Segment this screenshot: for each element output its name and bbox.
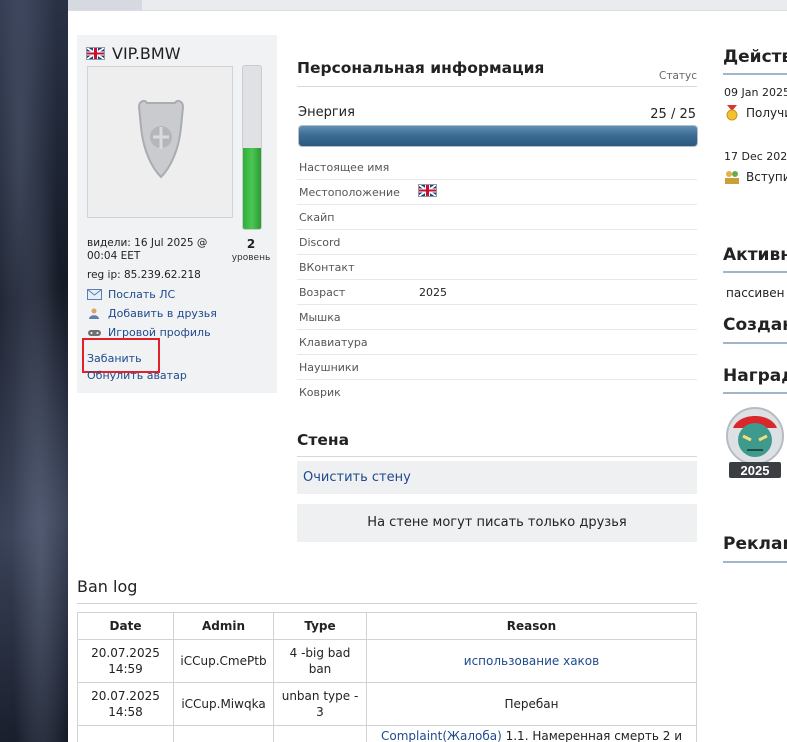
event-date: 17 Dec 2024 bbox=[724, 150, 787, 163]
add-friend-link[interactable]: Добавить в друзья bbox=[87, 307, 217, 320]
status-label: Статус bbox=[659, 70, 697, 82]
tab-active[interactable] bbox=[68, 0, 142, 10]
user-add-icon bbox=[89, 308, 99, 319]
award-2025-badge[interactable]: 2025 bbox=[725, 406, 785, 480]
info-row-mouse: Мышка bbox=[297, 304, 697, 330]
complaint-text: 1.1. Намеренная смерть 2 и более bbox=[505, 729, 682, 742]
awards-title: Наград bbox=[723, 366, 787, 386]
ban-date bbox=[77, 725, 174, 742]
ban-reason: Перебан bbox=[366, 682, 697, 726]
energy-label: Энергия bbox=[298, 105, 355, 120]
reg-ip: reg ip: 85.239.62.218 bbox=[87, 269, 201, 281]
ads-title: Реклам bbox=[723, 534, 787, 554]
info-row-skype: Скайп bbox=[297, 204, 697, 230]
send-pm-link[interactable]: Послать ЛС bbox=[87, 288, 175, 301]
gamepad-icon bbox=[88, 330, 101, 336]
profile-name: VIP.BMW bbox=[86, 44, 181, 63]
energy-bar bbox=[298, 125, 698, 147]
username: VIP.BMW bbox=[112, 44, 181, 63]
trophy-icon bbox=[137, 99, 185, 179]
table-header-row: Date Admin Type Reason bbox=[77, 612, 697, 640]
event-item: Получи bbox=[724, 105, 787, 121]
ban-admin: iCCup.Miwqka bbox=[173, 682, 274, 726]
background-art bbox=[0, 0, 68, 742]
table-row: 20.07.2025 14:59 iCCup.CmePtb 4 -big bad… bbox=[77, 639, 697, 683]
actions-title: Действ bbox=[723, 47, 787, 67]
uk-flag-icon bbox=[418, 184, 437, 197]
top-tabs bbox=[68, 0, 787, 11]
table-row: 20.07.2025 14:58 iCCup.Miwqka unban type… bbox=[77, 682, 697, 726]
ban-reason: Complaint(Жалоба) 1.1. Намеренная смерть… bbox=[366, 725, 697, 742]
divider bbox=[723, 392, 787, 394]
event-item: Вступи bbox=[724, 169, 787, 185]
divider bbox=[297, 86, 697, 87]
profile-card: VIP.BMW 2 уровень видели: 16 Jul 2025 @ … bbox=[77, 35, 277, 393]
clear-wall-link[interactable]: Очистить стену bbox=[297, 461, 697, 494]
divider bbox=[77, 603, 697, 604]
divider bbox=[297, 456, 697, 457]
avatar bbox=[87, 66, 233, 218]
reset-avatar-link[interactable]: Обнулить аватар bbox=[87, 369, 187, 382]
divider bbox=[723, 342, 787, 344]
ban-link[interactable]: Забанить bbox=[87, 352, 142, 365]
info-row-real-name: Настоящее имя bbox=[297, 154, 697, 180]
ban-type: unban type - 3 bbox=[273, 682, 367, 726]
activity-value: пассивен bbox=[726, 286, 785, 300]
info-row-mousepad: Коврик bbox=[299, 386, 341, 399]
column-header: Date bbox=[77, 612, 174, 640]
profile-page: VIP.BMW 2 уровень видели: 16 Jul 2025 @ … bbox=[68, 0, 787, 742]
column-header: Reason bbox=[366, 612, 697, 640]
divider bbox=[723, 561, 787, 563]
created-title: Создан bbox=[723, 315, 787, 335]
personal-info-title: Персональная информация bbox=[297, 59, 545, 77]
ban-log-table: Date Admin Type Reason 20.07.2025 14:59 … bbox=[77, 612, 697, 742]
level-label: уровень bbox=[231, 253, 271, 263]
info-row-vk: ВКонтакт bbox=[297, 254, 697, 280]
ban-reason-link[interactable]: использование хаков bbox=[366, 639, 697, 683]
divider bbox=[723, 271, 787, 273]
level-number: 2 bbox=[246, 237, 256, 251]
award-year: 2025 bbox=[741, 463, 770, 478]
table-row: Complaint(Жалоба) 1.1. Намеренная смерть… bbox=[77, 725, 697, 742]
column-header: Type bbox=[273, 612, 367, 640]
ban-log-title: Ban log bbox=[77, 577, 138, 596]
envelope-icon bbox=[87, 289, 102, 300]
last-seen: видели: 16 Jul 2025 @ 00:04 EET bbox=[87, 237, 208, 262]
info-row-location: Местоположение bbox=[297, 179, 697, 205]
ban-type: 4 -big bad ban bbox=[273, 639, 367, 683]
energy-value: 25 / 25 bbox=[650, 107, 696, 122]
info-row-age: Возраст 2025 bbox=[297, 279, 697, 305]
ban-admin: iCCup.CmePtb bbox=[173, 639, 274, 683]
level-progress-bar bbox=[242, 65, 262, 230]
activity-title: Активн bbox=[723, 245, 787, 265]
wall-title: Стена bbox=[297, 431, 350, 449]
column-header: Admin bbox=[173, 612, 274, 640]
info-row-keyboard: Клавиатура bbox=[297, 329, 697, 355]
group-join-icon bbox=[725, 171, 739, 184]
event-date: 09 Jan 2025 bbox=[724, 86, 787, 99]
ban-date: 20.07.2025 14:58 bbox=[77, 682, 174, 726]
complaint-link[interactable]: Complaint(Жалоба) bbox=[381, 729, 502, 742]
ban-date: 20.07.2025 14:59 bbox=[77, 639, 174, 683]
level-fill bbox=[243, 147, 261, 229]
energy-fill bbox=[299, 126, 697, 146]
info-row-headphones: Наушники bbox=[297, 354, 697, 380]
ban-type bbox=[273, 725, 367, 742]
ban-admin bbox=[173, 725, 274, 742]
uk-flag-icon bbox=[86, 47, 105, 60]
medal-icon bbox=[726, 105, 738, 121]
wall-note: На стене могут писать только друзья bbox=[297, 504, 697, 542]
divider bbox=[723, 73, 787, 75]
info-row-discord: Discord bbox=[297, 229, 697, 255]
